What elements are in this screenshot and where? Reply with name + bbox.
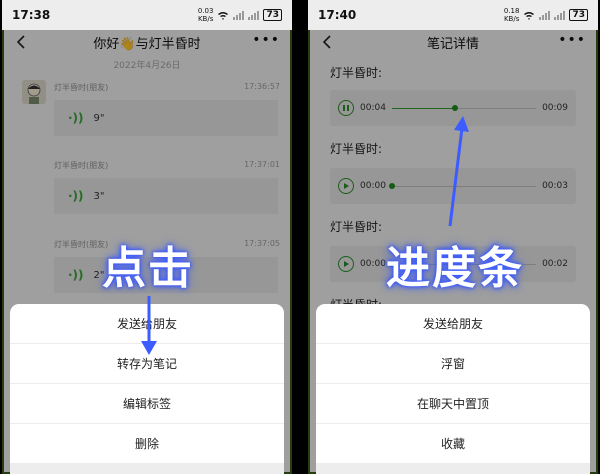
annotation-arrow — [448, 116, 469, 227]
